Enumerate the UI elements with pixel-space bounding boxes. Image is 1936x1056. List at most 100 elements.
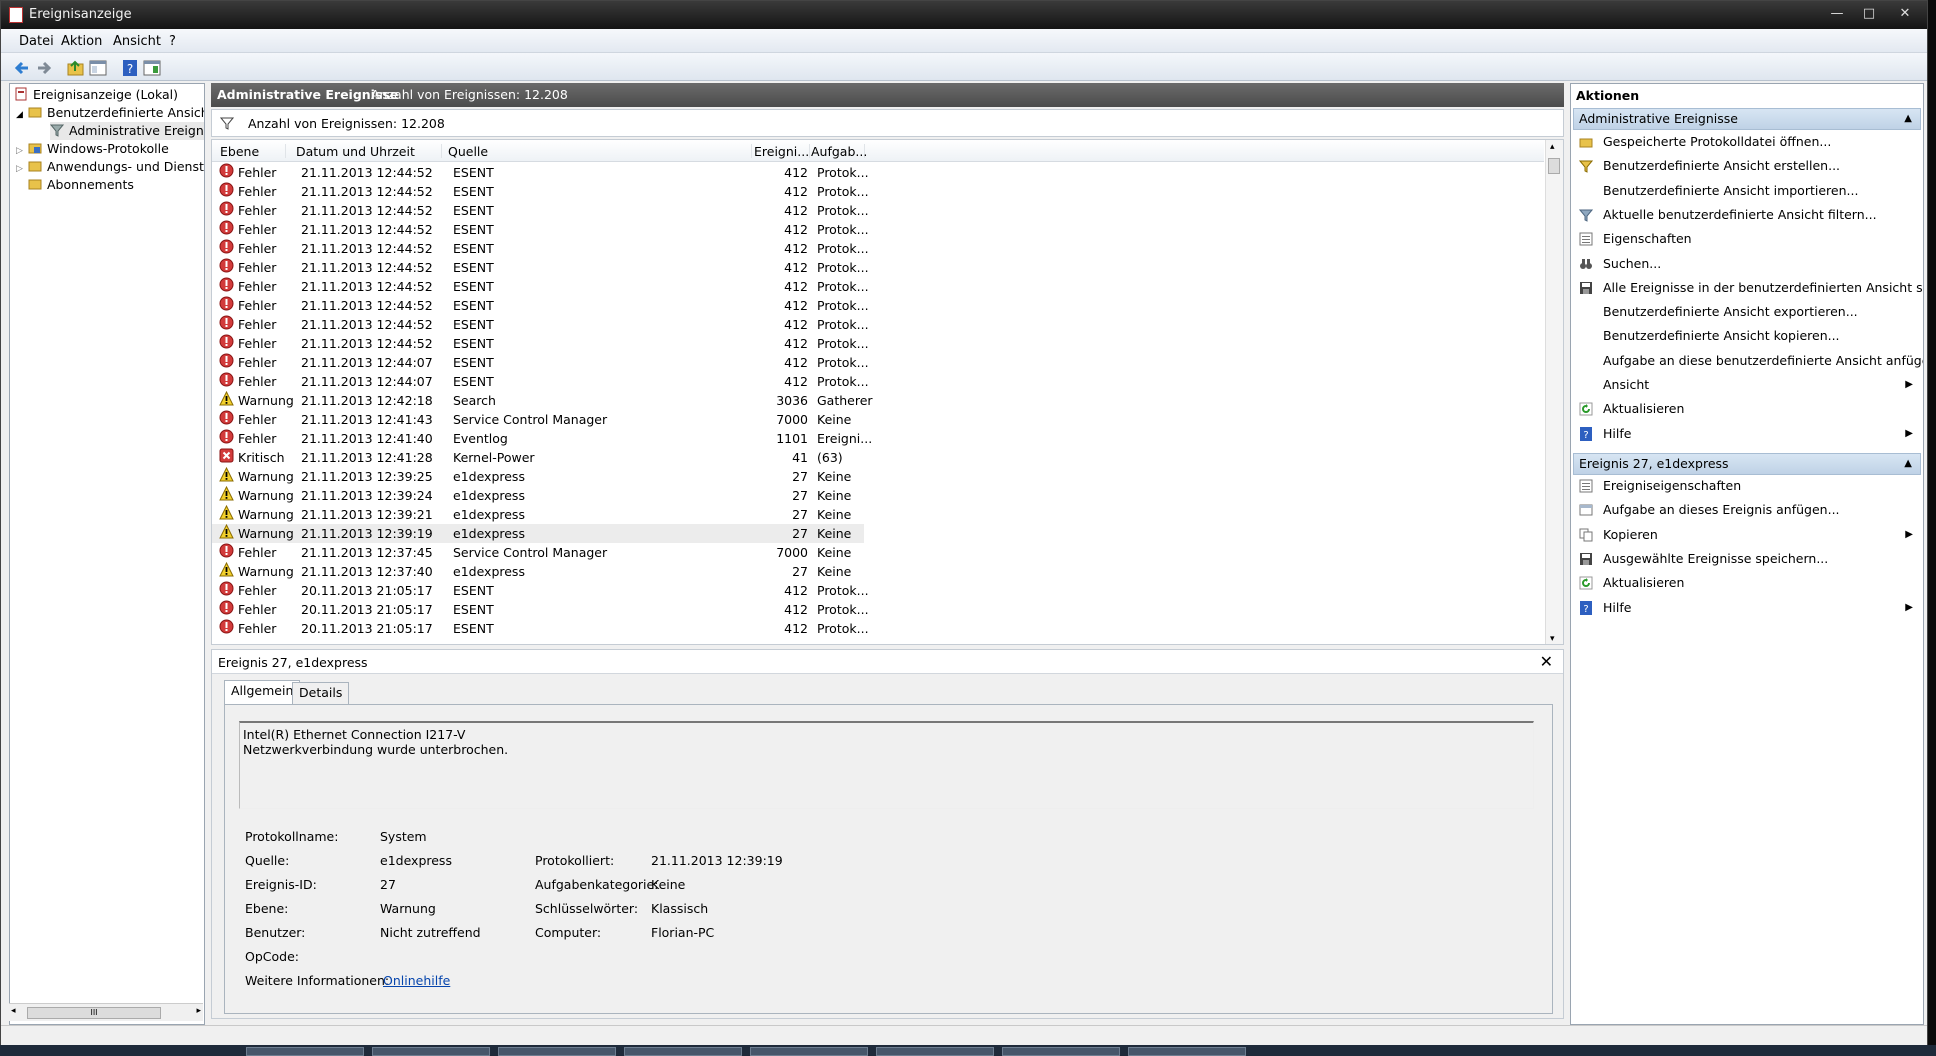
- scroll-thumb[interactable]: [1548, 158, 1560, 174]
- collapse-up-icon[interactable]: ▲: [1904, 454, 1912, 474]
- task-category-value: Keine: [651, 877, 686, 892]
- scroll-thumb[interactable]: III: [27, 1007, 161, 1019]
- actions-section-event[interactable]: Ereignis 27, e1dexpress ▲: [1573, 453, 1921, 475]
- console-tree-icon[interactable]: [87, 57, 107, 77]
- action-item[interactable]: ? Hilfe ▶: [1573, 598, 1921, 618]
- table-row[interactable]: Warnung 21.11.2013 12:39:21 e1dexpress Kein…: [212, 504, 864, 524]
- forward-icon[interactable]: [33, 57, 53, 77]
- table-row[interactable]: Warnung 21.11.2013 12:42:18 Search Gatherer…: [212, 390, 873, 410]
- online-help-link[interactable]: Onlinehilfe: [383, 973, 450, 988]
- action-item[interactable]: Benutzerdefinierte Ansicht erstellen...: [1573, 156, 1921, 176]
- action-item[interactable]: Alle Ereignisse in der benutzerdefiniert…: [1573, 278, 1923, 298]
- collapse-arrow-icon[interactable]: ◢: [16, 106, 28, 124]
- taskbar-button[interactable]: [372, 1047, 490, 1056]
- table-row[interactable]: Fehler 21.11.2013 12:37:45 Service Control…: [212, 543, 864, 562]
- scroll-down-icon[interactable]: ▾: [1550, 634, 1555, 644]
- action-item[interactable]: Ansicht ▶: [1573, 375, 1921, 395]
- action-pane-icon[interactable]: [141, 57, 161, 77]
- source-value: e1dexpress: [380, 853, 452, 868]
- action-item[interactable]: Aufgabe an diese benutzerdefinierte Ansi…: [1573, 351, 1923, 371]
- taskbar-button[interactable]: [498, 1047, 616, 1056]
- table-row[interactable]: Fehler 21.11.2013 12:44:52 ESENT Protok... 4…: [212, 182, 869, 201]
- scroll-right-icon[interactable]: ▸: [196, 1006, 201, 1016]
- expand-arrow-icon[interactable]: ▷: [16, 160, 28, 178]
- action-item[interactable]: Aufgabe an dieses Ereignis anfügen...: [1573, 500, 1921, 520]
- action-item[interactable]: Kopieren ▶: [1573, 525, 1921, 545]
- table-row[interactable]: Fehler 21.11.2013 12:44:52 ESENT Protok... 4…: [212, 277, 869, 296]
- collapse-up-icon[interactable]: ▲: [1904, 109, 1912, 129]
- table-row[interactable]: Fehler 21.11.2013 12:44:07 ESENT Protok... 4…: [212, 353, 869, 372]
- table-vertical-scrollbar[interactable]: ▴ ▾: [1545, 140, 1563, 644]
- table-row[interactable]: Warnung 21.11.2013 12:39:19 e1dexpress Kein…: [212, 523, 864, 543]
- table-row[interactable]: Fehler 20.11.2013 21:05:17 ESENT Protok... 4…: [212, 619, 869, 638]
- tree-horizontal-scrollbar[interactable]: ◂ III ▸: [9, 1003, 203, 1021]
- table-row[interactable]: Fehler 21.11.2013 12:44:52 ESENT Protok... 4…: [212, 296, 869, 315]
- back-icon[interactable]: [11, 57, 31, 77]
- scroll-up-icon[interactable]: ▴: [1550, 142, 1555, 152]
- action-item[interactable]: Benutzerdefinierte Ansicht kopieren...: [1573, 326, 1921, 346]
- cell-event-id: 27: [792, 564, 808, 579]
- table-row[interactable]: Fehler 21.11.2013 12:44:52 ESENT Protok... 4…: [212, 220, 869, 239]
- action-item[interactable]: Aktualisieren: [1573, 399, 1921, 419]
- action-item[interactable]: Benutzerdefinierte Ansicht exportieren..…: [1573, 302, 1921, 322]
- taskbar-button[interactable]: [876, 1047, 994, 1056]
- tree-item-root[interactable]: Ereignisanzeige (Lokal): [14, 86, 178, 104]
- tree-item-custom-views[interactable]: ◢ Benutzerdefinierte Ansichten: [16, 104, 204, 124]
- table-row[interactable]: Fehler 20.11.2013 21:05:17 ESENT Protok... 4…: [212, 600, 869, 619]
- tree-item-subscriptions[interactable]: Abonnements: [28, 176, 134, 194]
- table-row[interactable]: Fehler 21.11.2013 12:44:07 ESENT Protok... 4…: [212, 372, 869, 391]
- error-icon: [219, 372, 234, 387]
- menu-aktion[interactable]: Aktion: [61, 34, 102, 49]
- menu-ansicht[interactable]: Ansicht: [113, 34, 161, 49]
- maximize-button[interactable]: □: [1855, 5, 1883, 23]
- action-item[interactable]: Aktualisieren: [1573, 573, 1921, 593]
- col-header-event-id[interactable]: Ereigni...: [754, 144, 810, 159]
- event-message[interactable]: Intel(R) Ethernet Connection I217-V Netz…: [239, 721, 1534, 809]
- col-header-source[interactable]: Quelle: [448, 144, 752, 159]
- error-icon: [219, 315, 234, 330]
- detail-close-button[interactable]: ✕: [1540, 652, 1553, 671]
- action-item[interactable]: Aktuelle benutzerdefinierte Ansicht filt…: [1573, 205, 1921, 225]
- tree-item-admin-events[interactable]: Administrative Ereignisse: [49, 122, 204, 140]
- action-item[interactable]: ? Hilfe ▶: [1573, 424, 1921, 444]
- action-item[interactable]: Gespeicherte Protokolldatei öffnen...: [1573, 132, 1921, 152]
- table-row[interactable]: Fehler 21.11.2013 12:44:52 ESENT Protok... 4…: [212, 239, 869, 258]
- action-item[interactable]: Suchen...: [1573, 254, 1921, 274]
- table-row[interactable]: Fehler 21.11.2013 12:41:40 Eventlog Ereigni…: [212, 429, 872, 448]
- table-row[interactable]: Fehler 21.11.2013 12:41:43 Service Control…: [212, 410, 864, 429]
- action-item[interactable]: Ausgewählte Ereignisse speichern...: [1573, 549, 1921, 569]
- action-item[interactable]: Eigenschaften: [1573, 229, 1921, 249]
- tree-item-app-service-logs[interactable]: ▷ Anwendungs- und Dienstprotokolle: [16, 158, 204, 178]
- table-row[interactable]: Warnung 21.11.2013 12:39:24 e1dexpress Kein…: [212, 485, 864, 505]
- table-row[interactable]: Warnung 21.11.2013 12:37:40 e1dexpress Kein…: [212, 561, 864, 581]
- taskbar-button[interactable]: [246, 1047, 364, 1056]
- action-item[interactable]: Ereigniseigenschaften: [1573, 476, 1921, 496]
- col-header-task[interactable]: Aufgab...: [811, 144, 867, 159]
- tab-allgemein[interactable]: Allgemein: [224, 680, 301, 704]
- minimize-button[interactable]: —: [1823, 5, 1851, 23]
- actions-section-admin-events[interactable]: Administrative Ereignisse ▲: [1573, 108, 1921, 130]
- action-item[interactable]: Benutzerdefinierte Ansicht importieren..…: [1573, 181, 1921, 201]
- close-button[interactable]: ✕: [1891, 5, 1919, 23]
- table-row[interactable]: Kritisch 21.11.2013 12:41:28 Kernel-Power (…: [212, 448, 864, 467]
- help-icon[interactable]: ?: [119, 57, 139, 77]
- menu-help[interactable]: ?: [169, 34, 176, 49]
- table-row[interactable]: Fehler 21.11.2013 12:44:52 ESENT Protok... 4…: [212, 258, 869, 277]
- col-header-datetime[interactable]: Datum und Uhrzeit: [296, 144, 442, 159]
- table-row[interactable]: Fehler 21.11.2013 12:44:52 ESENT Protok... 4…: [212, 163, 869, 182]
- folder-up-icon[interactable]: [65, 57, 85, 77]
- taskbar-button[interactable]: [750, 1047, 868, 1056]
- table-row[interactable]: Warnung 21.11.2013 12:39:25 e1dexpress Kein…: [212, 466, 864, 486]
- table-row[interactable]: Fehler 21.11.2013 12:44:52 ESENT Protok... 4…: [212, 334, 869, 353]
- menu-datei[interactable]: Datei: [19, 34, 54, 49]
- tree-item-windows-logs[interactable]: ▷ Windows-Protokolle: [16, 140, 169, 158]
- table-row[interactable]: Fehler 21.11.2013 12:44:52 ESENT Protok... 4…: [212, 201, 869, 220]
- table-row[interactable]: Fehler 20.11.2013 21:05:17 ESENT Protok... 4…: [212, 581, 869, 600]
- table-row[interactable]: Fehler 21.11.2013 12:44:52 ESENT Protok... 4…: [212, 315, 869, 334]
- taskbar-button[interactable]: [1128, 1047, 1246, 1056]
- tab-details[interactable]: Details: [292, 682, 350, 704]
- taskbar-button[interactable]: [624, 1047, 742, 1056]
- scroll-left-icon[interactable]: ◂: [11, 1006, 16, 1016]
- taskbar-button[interactable]: [1002, 1047, 1120, 1056]
- col-header-level[interactable]: Ebene: [220, 144, 286, 159]
